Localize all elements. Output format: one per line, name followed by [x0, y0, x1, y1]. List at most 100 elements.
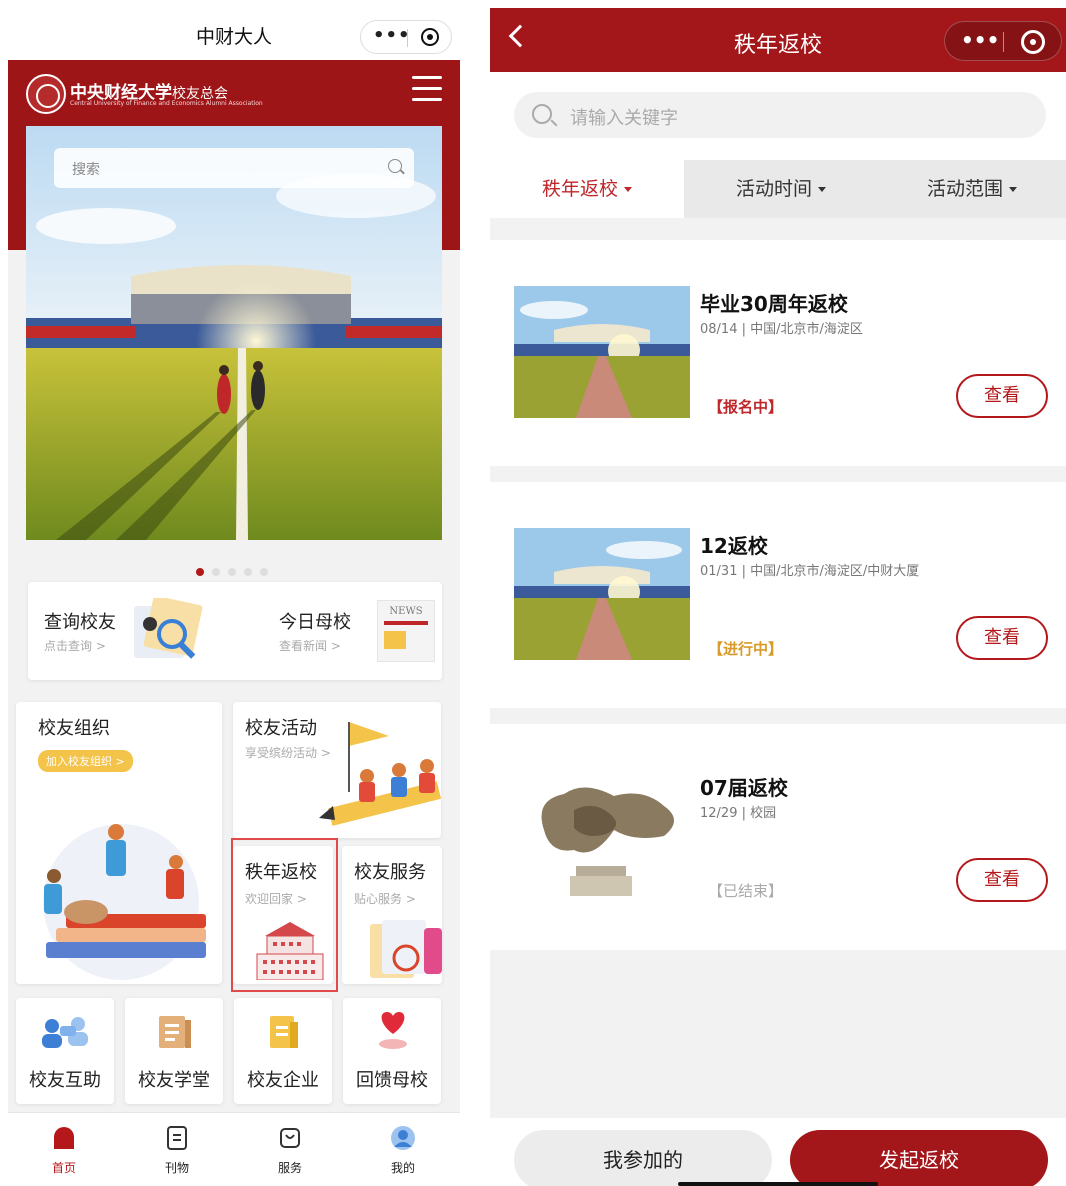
event-name: 07届返校: [700, 776, 788, 800]
alumni-activity-title: 校友活动: [245, 718, 317, 739]
search-icon[interactable]: [388, 159, 402, 173]
event-name: 毕业30周年返校: [700, 292, 848, 316]
capsule-menu[interactable]: •••: [360, 20, 452, 54]
tab-home[interactable]: 首页: [34, 1125, 94, 1176]
launch-return-button[interactable]: 发起返校: [790, 1130, 1048, 1186]
magnifier-people-icon: [134, 598, 203, 659]
service-bag-icon: [280, 1128, 300, 1148]
book-icon: [159, 1016, 191, 1048]
news-badge: NEWS: [389, 606, 423, 617]
capsule-menu[interactable]: •••: [944, 21, 1062, 61]
grid-label-alumni-enterprise: 校友企业: [247, 1070, 319, 1091]
event-card[interactable]: 07届返校 12/29 | 校园 【已结束】 查看: [490, 724, 1066, 950]
alumni-service-tile[interactable]: 校友服务 贴心服务 >: [342, 846, 442, 984]
grid-item-mutual-help[interactable]: 校友互助: [16, 998, 114, 1104]
chat-people-icon: [42, 1017, 88, 1048]
more-dots-icon[interactable]: •••: [373, 25, 411, 46]
carousel-dot[interactable]: [260, 568, 268, 576]
search-placeholder: 搜索: [72, 162, 100, 178]
carousel-dot[interactable]: [244, 568, 252, 576]
newspaper-icon: NEWS: [377, 600, 435, 662]
grid-label-give-back: 回馈母校: [356, 1070, 428, 1091]
carousel-dot[interactable]: [212, 568, 220, 576]
view-button[interactable]: 查看: [956, 374, 1048, 418]
home-indicator: [678, 1182, 878, 1186]
filter-category-label: 秩年返校: [541, 178, 618, 200]
left-phone-screen: 中财大人 ••• 中央财经大学校友总会 Central University o…: [8, 0, 460, 1186]
carousel-indicator: [196, 561, 276, 576]
join-org-pill[interactable]: 加入校友组织 >: [38, 750, 133, 772]
filter-time[interactable]: 活动时间: [684, 160, 878, 218]
home-icon: [54, 1127, 74, 1149]
pencil-team-illustration: [319, 722, 441, 826]
logo-english: Central University of Finance and Econom…: [70, 100, 263, 107]
alumni-org-tile[interactable]: 校友组织 加入校友组织 >: [16, 702, 222, 984]
highlight-frame: [231, 838, 338, 992]
event-thumbnail: [514, 770, 690, 902]
filter-category[interactable]: 秩年返校: [490, 160, 684, 218]
school-today-title: 今日母校: [279, 612, 351, 633]
event-status-badge: 【已结束】: [708, 882, 784, 900]
search-area: 请输入关键字: [490, 72, 1066, 160]
menu-icon[interactable]: [412, 76, 442, 102]
grid-item-alumni-class[interactable]: 校友学堂: [125, 998, 223, 1104]
mini-program-title-bar: 中财大人 •••: [8, 0, 460, 60]
home-search-input[interactable]: 搜索: [54, 148, 414, 188]
grid-item-alumni-enterprise[interactable]: 校友企业: [234, 998, 332, 1104]
filter-range[interactable]: 活动范围: [878, 160, 1066, 218]
view-button[interactable]: 查看: [956, 858, 1048, 902]
university-seal-icon: [26, 74, 66, 114]
my-participated-button[interactable]: 我参加的: [514, 1130, 772, 1186]
tab-home-label: 首页: [51, 1161, 76, 1175]
alumni-service-sub: 贴心服务 >: [354, 892, 416, 906]
alumni-service-title: 校友服务: [354, 862, 426, 883]
filter-range-label: 活动范围: [926, 178, 1003, 200]
keyword-search-input[interactable]: 请输入关键字: [514, 92, 1046, 138]
tab-mine-label: 我的: [390, 1161, 415, 1175]
event-meta: 12/29 | 校园: [700, 806, 777, 821]
more-dots-icon[interactable]: •••: [961, 28, 999, 52]
event-status-badge: 【进行中】: [708, 640, 784, 658]
grid-item-give-back[interactable]: 回馈母校: [343, 998, 441, 1104]
tab-mine[interactable]: 我的: [373, 1125, 433, 1176]
query-alumni-title: 查询校友: [44, 612, 116, 633]
event-meta: 08/14 | 中国/北京市/海淀区: [700, 322, 863, 337]
event-meta: 01/31 | 中国/北京市/海淀区/中财大厦: [700, 564, 920, 579]
alumni-org-title: 校友组织: [38, 718, 110, 739]
event-card[interactable]: 12返校 01/31 | 中国/北京市/海淀区/中财大厦 【进行中】 查看: [490, 482, 1066, 708]
event-thumbnail: [514, 286, 690, 418]
caret-down-icon: [1009, 187, 1017, 192]
carousel-dot[interactable]: [228, 568, 236, 576]
tab-publication[interactable]: 刊物: [147, 1125, 207, 1176]
navigation-bar: 秩年返校 •••: [490, 8, 1066, 72]
grid-label-alumni-class: 校友学堂: [138, 1070, 210, 1091]
service-illustration: [370, 920, 442, 978]
alumni-activity-tile[interactable]: 校友活动 享受缤纷活动 >: [233, 702, 441, 838]
search-icon[interactable]: [532, 104, 552, 124]
user-avatar-icon: [391, 1126, 415, 1150]
alumni-activity-sub: 享受缤纷活动 >: [245, 746, 331, 760]
caret-down-icon: [624, 187, 632, 192]
carousel-dot[interactable]: [196, 568, 204, 576]
document-icon: [270, 1016, 298, 1048]
close-target-icon[interactable]: [421, 28, 439, 46]
publication-icon: [167, 1126, 187, 1150]
quick-entry-card: 查询校友 点击查询 > 今日母校 查看新闻 > NEWS: [28, 582, 442, 680]
school-today-entry[interactable]: 今日母校 查看新闻 > NEWS: [235, 582, 442, 680]
close-target-icon[interactable]: [1021, 30, 1045, 54]
right-phone-screen: 秩年返校 ••• 请输入关键字 秩年返校 活动时间 活动范围 毕业30周年返校 …: [490, 8, 1066, 1186]
search-placeholder: 请输入关键字: [570, 108, 678, 129]
filter-bar: 秩年返校 活动时间 活动范围: [490, 160, 1066, 218]
query-alumni-entry[interactable]: 查询校友 点击查询 >: [28, 582, 235, 680]
people-reading-illustration: [43, 824, 206, 980]
tab-service[interactable]: 服务: [260, 1125, 320, 1176]
event-card[interactable]: 毕业30周年返校 08/14 | 中国/北京市/海淀区 【报名中】 查看: [490, 240, 1066, 466]
view-button[interactable]: 查看: [956, 616, 1048, 660]
event-thumbnail: [514, 528, 690, 660]
bottom-action-bar: 我参加的 发起返校: [490, 1118, 1066, 1186]
filter-time-label: 活动时间: [735, 178, 812, 200]
caret-down-icon: [818, 187, 826, 192]
event-status-badge: 【报名中】: [708, 398, 784, 416]
hero-banner-image[interactable]: [26, 126, 442, 540]
tab-publication-label: 刊物: [164, 1161, 189, 1175]
